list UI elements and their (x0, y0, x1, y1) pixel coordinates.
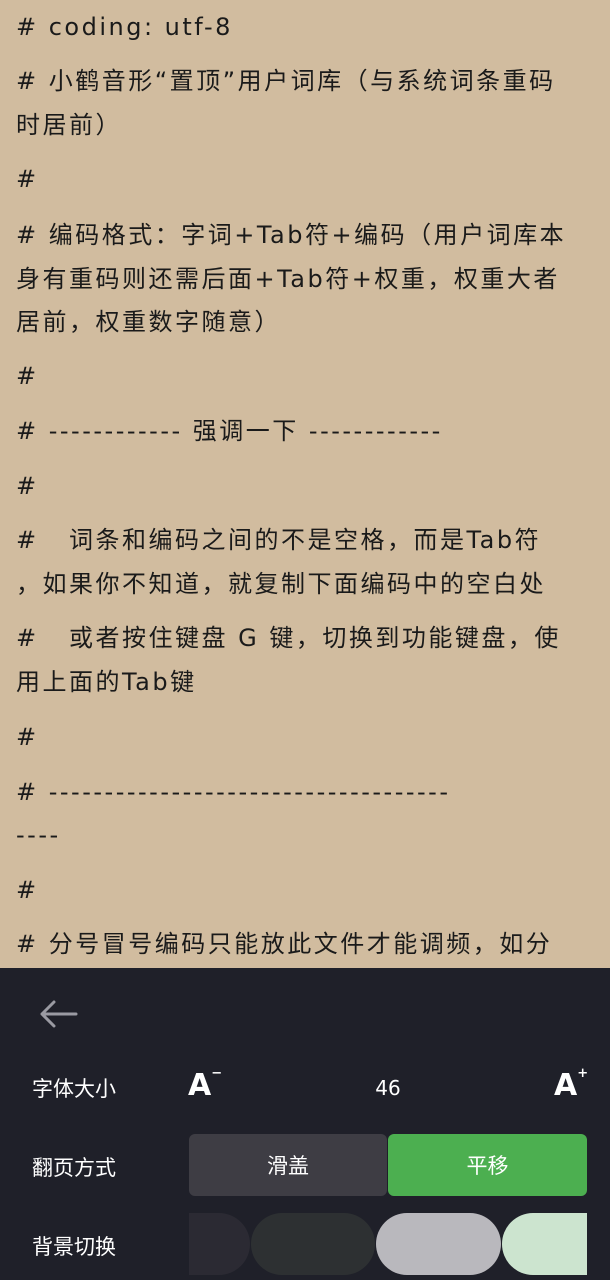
text-line: 时居前） (16, 111, 122, 139)
text-line: # 编码格式：字词+Tab符+编码（用户词库本 (16, 221, 567, 249)
text-line: # 词条和编码之间的不是空格，而是Tab符 (16, 526, 542, 554)
text-line: 居前，权重数字随意） (16, 308, 281, 336)
text-line: # 小鹤音形“置顶”用户词库（与系统词条重码 (16, 67, 556, 95)
minus-icon: − (211, 1066, 223, 1081)
page-turn-option-slide[interactable]: 滑盖 (189, 1134, 387, 1196)
font-size-value: 46 (375, 1076, 401, 1100)
text-line: 身有重码则还需后面+Tab符+权重，权重大者 (16, 265, 560, 293)
font-size-decrease-letter: A (188, 1068, 212, 1103)
background-swatch-charcoal[interactable] (251, 1213, 375, 1275)
font-size-increase-letter: A (554, 1068, 578, 1103)
background-label: 背景切换 (32, 1235, 116, 1259)
text-line: # ------------------------------------ (16, 778, 451, 806)
font-size-increase-button[interactable]: A+ (554, 1066, 589, 1103)
background-swatch-gray[interactable] (376, 1213, 501, 1275)
text-line: # (16, 362, 39, 390)
text-line: # coding: utf-8 (16, 13, 233, 41)
text-line: # (16, 165, 39, 193)
text-line: ，如果你不知道，就复制下面编码中的空白处 (16, 570, 546, 598)
font-size-label: 字体大小 (32, 1077, 116, 1101)
background-swatch-green[interactable] (502, 1213, 587, 1275)
plus-icon: + (577, 1066, 589, 1081)
font-size-decrease-button[interactable]: A− (188, 1066, 223, 1103)
arrow-left-icon (40, 1000, 78, 1028)
page-turn-option-translate[interactable]: 平移 (388, 1134, 587, 1196)
background-swatch-dark[interactable] (189, 1213, 250, 1275)
text-line: # (16, 876, 39, 904)
back-button[interactable] (36, 992, 80, 1036)
text-line: ---- (16, 821, 61, 849)
text-line: # 分号冒号编码只能放此文件才能调频，如分 (16, 930, 553, 958)
text-line: # (16, 472, 39, 500)
text-line: # 或者按住键盘 G 键，切换到功能键盘，使 (16, 624, 561, 652)
text-line: # ------------ 强调一下 ------------ (16, 417, 443, 445)
text-line: 用上面的Tab键 (16, 668, 197, 696)
page-turn-label: 翻页方式 (32, 1156, 116, 1180)
reader-content[interactable]: # coding: utf-8 # 小鹤音形“置顶”用户词库（与系统词条重码 时… (0, 0, 610, 968)
text-line: # (16, 723, 39, 751)
